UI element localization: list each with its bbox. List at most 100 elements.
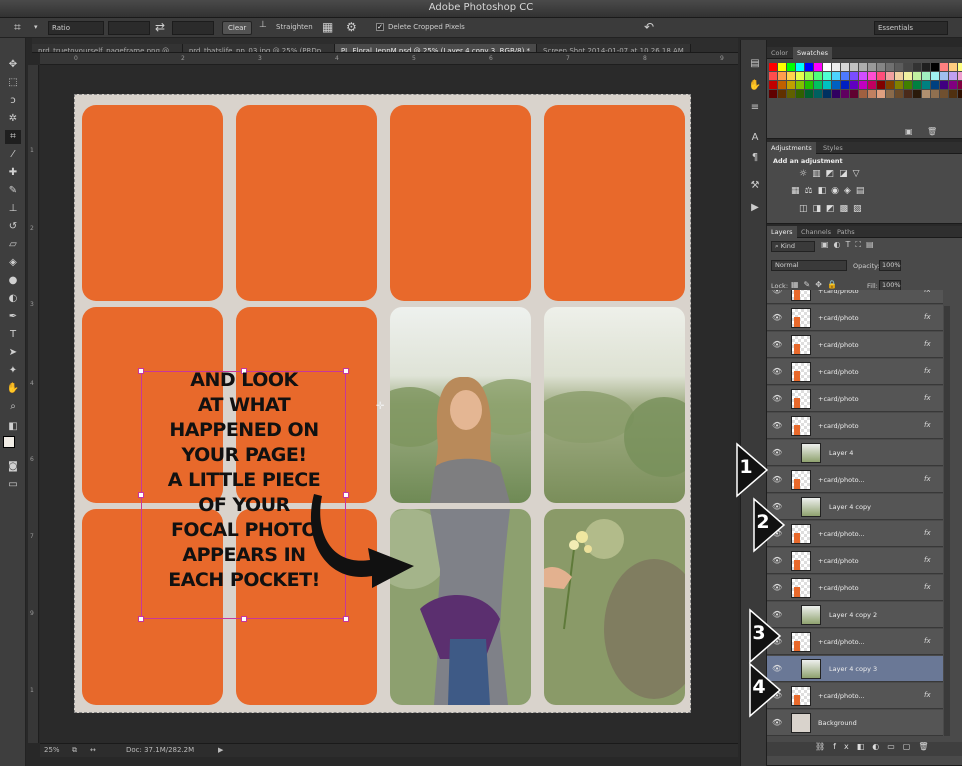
swatch[interactable] [787,90,795,98]
filter-icons[interactable]: ▣◐T⛶▤ [821,240,879,250]
swatch[interactable] [886,81,894,89]
eye-icon[interactable]: 👁 [772,421,782,430]
swatch[interactable] [913,63,921,71]
layer-name[interactable]: +card/photo [818,557,859,565]
ratio-select[interactable]: Ratio [48,21,104,35]
layer-row[interactable]: 👁 +card/photo fx [767,332,943,358]
actions-icon[interactable]: ✋ [748,80,762,94]
layer-row[interactable]: 👁 +card/photo... fx [767,629,943,655]
grid-overlay-icon[interactable]: ▦ [322,20,333,34]
document-tab[interactable]: PL_Floral_JennM.psd @ 25% (Layer 4 copy … [334,44,538,52]
blur-tool-icon[interactable]: ● [5,274,21,288]
swatch[interactable] [769,72,777,80]
layer-name[interactable]: Background [818,719,857,727]
hand-tool-icon[interactable]: ✋ [5,382,21,396]
fx-icon[interactable]: fx [924,691,931,699]
swatch[interactable] [877,63,885,71]
layer-row[interactable]: 👁↲Layer 4 copy 3 [767,656,943,682]
swatch[interactable] [850,72,858,80]
fx-icon[interactable]: fx [924,313,931,321]
dodge-tool-icon[interactable]: ◐ [5,292,21,306]
transform-handle[interactable] [138,616,144,622]
swatch[interactable] [868,90,876,98]
swatch[interactable] [814,90,822,98]
fx-icon[interactable]: fx [924,583,931,591]
tab-paths[interactable]: Paths [833,226,859,238]
swatch[interactable] [931,72,939,80]
swatch[interactable] [805,72,813,80]
eye-icon[interactable]: 👁 [772,313,782,322]
swatch[interactable] [940,63,948,71]
path-selection-icon[interactable]: ➤ [5,346,21,360]
tab-swatches[interactable]: Swatches [793,47,833,59]
swatch[interactable] [850,63,858,71]
swatch[interactable] [904,90,912,98]
shape-tool-icon[interactable]: ✦ [5,364,21,378]
swatch[interactable] [823,81,831,89]
swatch[interactable] [796,81,804,89]
swatch[interactable] [805,81,813,89]
fx-icon[interactable]: fx [924,367,931,375]
opacity-field[interactable]: 100% [879,260,901,271]
swatch[interactable] [859,90,867,98]
swatch[interactable] [931,63,939,71]
swatch[interactable] [895,90,903,98]
layer-name[interactable]: +card/photo [818,422,859,430]
pen-tool-icon[interactable]: ✒ [5,310,21,324]
layer-row[interactable]: 👁 +card/photo... fx [767,683,943,709]
clear-button[interactable]: Clear [222,21,253,35]
swatch[interactable] [931,81,939,89]
fx-icon[interactable]: fx [924,421,931,429]
adjustment-icons-row2[interactable]: ▦⚖◧◉◈▤ [791,186,869,196]
type-tool-icon[interactable]: T [5,328,21,342]
swatch[interactable] [832,81,840,89]
lock-icons[interactable]: ▦✎✥🔒 [791,280,842,289]
swatch[interactable] [787,63,795,71]
swatch[interactable] [913,81,921,89]
tool-presets-icon[interactable]: ⚒ [748,180,762,194]
swatch[interactable] [922,63,930,71]
default-colors-icon[interactable]: ◧ [5,420,21,434]
new-swatch-icon[interactable]: ▣ [905,127,913,136]
tab-color[interactable]: Color [767,47,792,59]
layer-actions-bar[interactable]: ⛓fx◧◐▭▢🗑 [767,742,962,756]
layer-row[interactable]: 👁 +card/photo... fx [767,521,943,547]
eye-icon[interactable]: 👁 [772,340,782,349]
layer-row[interactable]: 👁 +card/photo fx [767,413,943,439]
swatch[interactable] [787,72,795,80]
layer-row[interactable]: 👁 +card/photo fx [767,548,943,574]
swatch[interactable] [949,90,957,98]
swatch-grid[interactable] [769,63,962,98]
layer-name[interactable]: Layer 4 copy 3 [829,665,877,673]
fx-icon[interactable]: fx [924,340,931,348]
tab-styles[interactable]: Styles [819,142,847,154]
swatch[interactable] [868,81,876,89]
layer-name[interactable]: Layer 4 [829,449,853,457]
layer-row[interactable]: 👁 +card/photo fx [767,305,943,331]
swatch[interactable] [895,63,903,71]
tab-layers[interactable]: Layers [767,226,797,238]
tab-adjustments[interactable]: Adjustments [767,142,816,154]
layer-name[interactable]: +card/photo [818,395,859,403]
paint-bucket-icon[interactable]: ◈ [5,256,21,270]
layer-name[interactable]: +card/photo [818,341,859,349]
swatch[interactable] [940,90,948,98]
swatch[interactable] [841,81,849,89]
layer-row[interactable]: 👁 +card/photo fx [767,575,943,601]
swatch[interactable] [922,90,930,98]
move-tool-icon[interactable]: ✥ [5,58,21,72]
character-icon[interactable]: A [748,132,762,146]
swatch[interactable] [904,72,912,80]
share-icon[interactable]: ⧉ [72,746,77,755]
layer-name[interactable]: +card/photo... [818,530,865,538]
healing-brush-icon[interactable]: ✚ [5,166,21,180]
swap-icon[interactable]: ⇄ [155,20,165,34]
layer-name[interactable]: +card/photo... [818,638,865,646]
gear-icon[interactable]: ⚙ [346,20,357,34]
layer-row[interactable]: 👁 +card/photo fx [767,386,943,412]
magic-wand-icon[interactable]: ✲ [5,112,21,126]
history-brush-icon[interactable]: ↺ [5,220,21,234]
swatch[interactable] [796,72,804,80]
stamp-tool-icon[interactable]: ⊥ [5,202,21,216]
layer-name[interactable]: Layer 4 copy [829,503,871,511]
